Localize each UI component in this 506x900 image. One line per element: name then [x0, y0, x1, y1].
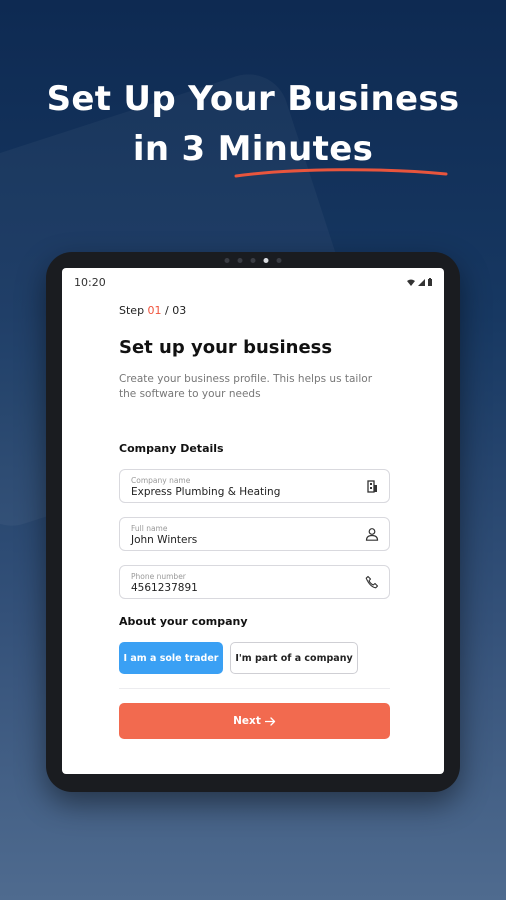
part-of-company-option[interactable]: I'm part of a company [230, 642, 358, 674]
sole-trader-option[interactable]: I am a sole trader [119, 642, 223, 674]
company-name-label: Company name [131, 476, 191, 485]
next-button[interactable]: Next [119, 703, 390, 739]
app-screen: 10:20 Step 01 / 03 Set up your business … [62, 268, 444, 774]
step-prefix: Step [119, 304, 148, 317]
person-icon [365, 528, 379, 541]
status-bar: 10:20 [62, 268, 444, 296]
tablet-frame: 10:20 Step 01 / 03 Set up your business … [46, 252, 460, 792]
hero-headline: Set Up Your Business in 3 Minutes [0, 74, 506, 174]
signal-icon [418, 278, 425, 286]
hero-line-1: Set Up Your Business [46, 79, 460, 119]
about-company-heading: About your company [119, 615, 248, 628]
hero-underline [234, 168, 448, 178]
form-container: Step 01 / 03 Set up your business Create… [119, 304, 390, 739]
full-name-field[interactable]: Full name John Winters [119, 517, 390, 551]
step-total: 03 [172, 304, 187, 317]
tablet-camera [224, 258, 282, 263]
step-separator: / [161, 304, 173, 317]
phone-icon [365, 575, 379, 589]
battery-icon [428, 278, 432, 286]
page-subtitle: Create your business profile. This helps… [119, 373, 373, 400]
next-button-label: Next [233, 715, 261, 727]
company-name-field[interactable]: Company name Express Plumbing & Heating [119, 469, 390, 503]
building-icon [367, 480, 377, 493]
page-title: Set up your business [119, 337, 333, 358]
divider [119, 688, 390, 689]
step-current: 01 [147, 304, 162, 317]
arrow-right-icon [264, 716, 275, 726]
wifi-icon [407, 279, 415, 286]
status-time: 10:20 [74, 275, 106, 289]
business-type-options: I am a sole trader I'm part of a company [119, 642, 390, 674]
phone-number-value[interactable]: 4561237891 [131, 581, 378, 595]
full-name-value[interactable]: John Winters [131, 533, 378, 547]
phone-number-label: Phone number [131, 572, 186, 581]
company-details-heading: Company Details [119, 442, 224, 455]
full-name-label: Full name [131, 524, 168, 533]
step-indicator: Step 01 / 03 [119, 304, 390, 317]
company-name-value[interactable]: Express Plumbing & Heating [131, 485, 378, 499]
phone-number-field[interactable]: Phone number 4561237891 [119, 565, 390, 599]
